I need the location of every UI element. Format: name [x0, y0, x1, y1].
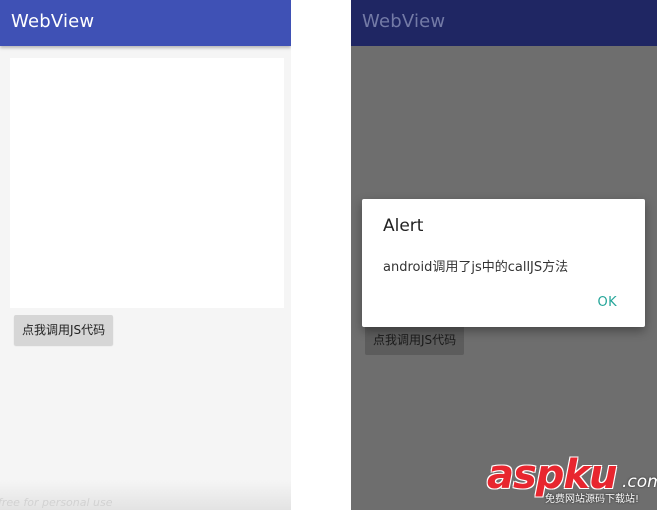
watermark-text: free for personal use [0, 496, 113, 509]
aspku-logo: aspku .com 免费网站源码下载站! [487, 452, 657, 508]
left-phone-screen: WebView 点我调用JS代码 free for personal use [0, 0, 291, 510]
dialog-ok-button[interactable]: OK [597, 295, 617, 310]
dialog-title: Alert [383, 216, 424, 236]
call-js-button-dimmed: 点我调用JS代码 [365, 325, 465, 355]
right-phone-screen: WebView 点我调用JS代码 Alert android调用了js中的cal… [351, 0, 657, 510]
dialog-message: android调用了js中的callJS方法 [383, 260, 569, 275]
app-bar-dimmed: WebView [351, 0, 657, 46]
watermark-overlay: free for personal use [0, 480, 291, 510]
logo-suffix: .com [622, 472, 657, 492]
webview-area[interactable] [10, 58, 284, 308]
logo-slogan: 免费网站源码下载站! [545, 494, 640, 505]
alert-dialog: Alert android调用了js中的callJS方法 OK [362, 199, 645, 327]
app-bar: WebView [0, 0, 291, 46]
app-bar-title: WebView [11, 11, 95, 32]
app-bar-title: WebView [362, 11, 446, 32]
call-js-button[interactable]: 点我调用JS代码 [14, 315, 114, 345]
